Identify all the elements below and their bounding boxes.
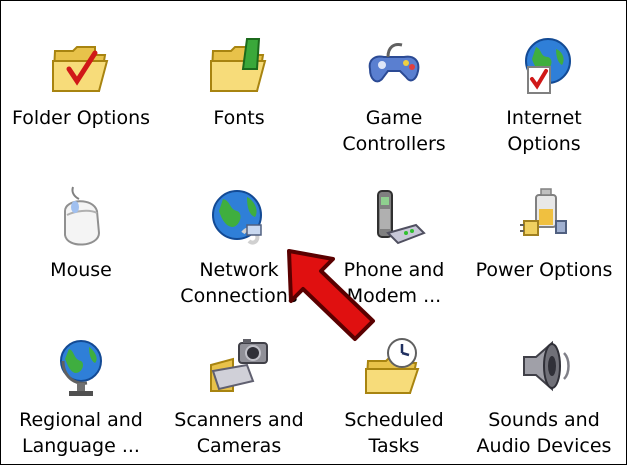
- item-power-options[interactable]: Power Options: [469, 161, 619, 301]
- phone-modem-icon: [358, 181, 430, 253]
- control-panel-window: Folder Options Fonts Game Controllers In…: [0, 0, 627, 465]
- item-label: Internet Options: [506, 107, 582, 155]
- item-label: Game Controllers: [342, 107, 446, 155]
- item-label: Sounds and Audio Devices: [476, 409, 612, 457]
- item-label: Scanners and Cameras: [174, 409, 304, 457]
- mouse-icon: [45, 181, 117, 253]
- item-internet-options[interactable]: Internet Options: [469, 9, 619, 155]
- item-scanners-and-cameras[interactable]: Scanners and Cameras: [164, 311, 314, 457]
- fonts-folder-icon: [203, 29, 275, 101]
- scanner-camera-icon: [203, 331, 275, 403]
- power-plug-icon: [508, 181, 580, 253]
- speaker-icon: [508, 331, 580, 403]
- item-label: Folder Options: [11, 107, 151, 129]
- item-mouse[interactable]: Mouse: [6, 161, 156, 301]
- item-game-controllers[interactable]: Game Controllers: [319, 9, 469, 155]
- item-label: Scheduled Tasks: [344, 409, 444, 457]
- folder-options-icon: [45, 29, 117, 101]
- item-label: Mouse: [50, 259, 112, 281]
- item-label: Fonts: [213, 107, 265, 129]
- item-network-connections[interactable]: Network Connections: [164, 161, 314, 307]
- item-label: Power Options: [475, 259, 613, 281]
- item-label: Phone and Modem ...: [343, 259, 445, 307]
- network-globe-icon: [203, 181, 275, 253]
- item-phone-and-modem[interactable]: Phone and Modem ...: [319, 161, 469, 307]
- item-sounds-and-audio[interactable]: Sounds and Audio Devices: [469, 311, 619, 457]
- game-controller-icon: [358, 29, 430, 101]
- internet-options-icon: [508, 29, 580, 101]
- item-scheduled-tasks[interactable]: Scheduled Tasks: [319, 311, 469, 457]
- scheduled-tasks-icon: [358, 331, 430, 403]
- globe-icon: [45, 331, 117, 403]
- item-label: Network Connections: [180, 259, 298, 307]
- item-folder-options[interactable]: Folder Options: [6, 9, 156, 149]
- item-label: Regional and Language ...: [19, 409, 143, 457]
- item-fonts[interactable]: Fonts: [164, 9, 314, 149]
- item-regional-and-language[interactable]: Regional and Language ...: [6, 311, 156, 457]
